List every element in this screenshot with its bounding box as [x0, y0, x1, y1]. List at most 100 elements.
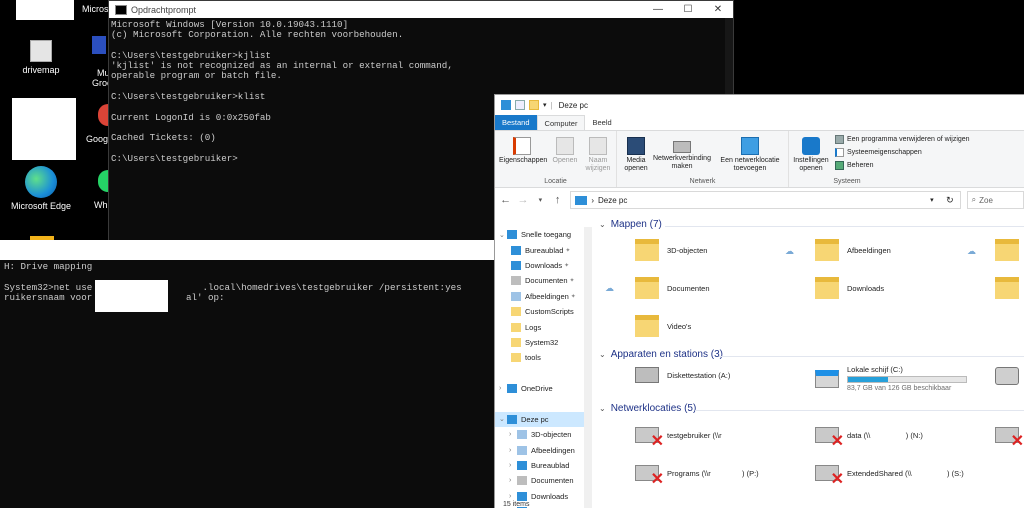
drive-floppy[interactable]: Diskettestation (A:)	[635, 367, 730, 383]
chevron-icon[interactable]: ›	[509, 447, 517, 454]
chevron-down-icon[interactable]: ⌄	[599, 220, 606, 229]
drive-free-space: 83,7 GB van 126 GB beschikbaar	[847, 385, 952, 392]
nav-item[interactable]: Logs	[495, 319, 591, 334]
chevron-icon[interactable]: ›	[509, 493, 517, 500]
new-folder-quick-icon[interactable]	[529, 100, 539, 110]
nav-item[interactable]: ⌄ Deze pc	[495, 411, 591, 428]
explorer-titlebar[interactable]: ▾ | Deze pc	[495, 95, 1024, 115]
pin-icon[interactable]: ✦	[564, 262, 569, 269]
network-drive-n[interactable]: ✕ data (\\ ) (N:)	[815, 427, 923, 450]
folder-3d-objects[interactable]: 3D-objecten	[635, 239, 707, 261]
explorer-window[interactable]: ▾ | Deze pc Bestand Computer Beeld Eigen…	[494, 94, 1024, 508]
nav-scrollbar[interactable]	[584, 227, 592, 508]
network-location[interactable]: ✕ testgebruiker (\\r	[635, 427, 722, 450]
edge-icon	[25, 166, 57, 198]
folder-documents[interactable]: Documenten	[635, 277, 710, 299]
network-drive-p[interactable]: ✕ Programs (\\r ) (P:)	[635, 465, 759, 488]
nav-item-label: System32	[525, 337, 559, 347]
nav-item[interactable]: System32	[495, 335, 591, 350]
manage-button[interactable]: Beheren	[835, 161, 873, 170]
chevron-down-icon[interactable]: ▾	[534, 196, 547, 204]
maximize-icon[interactable]: ☐	[673, 4, 703, 15]
properties-button[interactable]: Eigenschappen	[499, 133, 547, 165]
address-bar[interactable]: › Deze pc ▾ ↻	[570, 191, 961, 209]
open-settings-button[interactable]: Instellingen openen	[791, 133, 831, 173]
system-properties-button[interactable]: Systeemeigenschappen	[835, 148, 922, 157]
properties-quick-icon[interactable]	[515, 100, 525, 110]
desktop-icon-edge[interactable]: Microsoft Edge	[6, 166, 76, 211]
nav-item[interactable]: Bureaublad ✦	[495, 242, 591, 257]
tab-computer[interactable]: Computer	[536, 115, 586, 130]
folder-pictures[interactable]: Afbeeldingen	[815, 239, 891, 261]
tab-file[interactable]: Bestand	[495, 115, 537, 130]
nav-item[interactable]: › OneDrive	[495, 381, 591, 396]
forward-arrow-icon[interactable]: →	[516, 194, 529, 206]
folder-music-partial[interactable]	[995, 277, 1024, 299]
console-window-2[interactable]: H: Drive mapping System32>net use H: .lo…	[0, 240, 500, 508]
chevron-down-icon[interactable]: ▾	[543, 101, 547, 109]
add-location-label: Een netwerklocatie toevoegen	[720, 157, 780, 172]
cmd-titlebar[interactable]: Opdrachtprompt — ☐ ✕	[109, 1, 733, 18]
open-button[interactable]: Openen	[551, 133, 579, 165]
ribbon-group-location: Eigenschappen Openen Naam wijzigen Locat…	[495, 131, 617, 187]
address-path[interactable]: Deze pc	[598, 196, 627, 205]
sys-props-label: Systeemeigenschappen	[847, 149, 922, 156]
nav-item[interactable]: › 3D-objecten	[495, 427, 591, 442]
network-drive-partial[interactable]: ✕	[995, 427, 1024, 450]
add-network-location-button[interactable]: Een netwerklocatie toevoegen	[715, 133, 785, 173]
search-input[interactable]: ⌕ Zoe	[966, 191, 1024, 209]
pin-icon[interactable]: ✦	[565, 247, 570, 254]
drive-dvd-partial[interactable]	[995, 367, 1024, 385]
back-arrow-icon[interactable]: ←	[499, 194, 512, 206]
pin-icon[interactable]: ✦	[571, 293, 576, 300]
nav-item	[495, 396, 591, 411]
chevron-icon[interactable]: ›	[509, 477, 517, 484]
nav-item[interactable]: › Documenten	[495, 473, 591, 488]
computer-manage-icon	[835, 161, 844, 170]
nav-item-icon	[511, 260, 521, 270]
refresh-icon[interactable]: ↻	[946, 195, 954, 206]
chevron-down-icon[interactable]: ⌄	[599, 350, 606, 359]
section-network[interactable]: ⌄ Netwerklocaties (5)	[599, 403, 696, 414]
folder-partial[interactable]	[995, 239, 1024, 261]
media-button[interactable]: Media openen	[621, 133, 651, 173]
script-file-icon	[30, 40, 52, 62]
desktop-icon-drivemap[interactable]: drivemap	[6, 40, 76, 75]
rename-button[interactable]: Naam wijzigen	[583, 133, 613, 173]
ribbon-group-network: Media openen Netwerkverbinding maken Een…	[617, 131, 789, 187]
close-icon[interactable]: ✕	[703, 4, 733, 15]
address-row: ← → ▾ ↑ › Deze pc ▾ ↻ ⌕ Zoe	[495, 188, 1024, 212]
navigation-pane[interactable]: ⌄ Snelle toegang Bureaublad ✦ Downloads ✦ Docu…	[495, 227, 592, 508]
chevron-icon[interactable]: ›	[509, 431, 517, 438]
chevron-icon[interactable]: ⌄	[499, 231, 507, 239]
nav-item[interactable]: CustomScripts	[495, 304, 591, 319]
nav-item[interactable]: › Bureaublad	[495, 458, 591, 473]
nav-item[interactable]: tools	[495, 350, 591, 365]
nav-item[interactable]: Documenten ✦	[495, 273, 591, 288]
map-network-drive-button[interactable]: Netwerkverbinding maken	[653, 133, 711, 171]
chevron-down-icon[interactable]: ⌄	[599, 404, 606, 413]
minimize-icon[interactable]: —	[643, 4, 673, 15]
nav-item[interactable]: › Afbeeldingen	[495, 442, 591, 457]
nav-item[interactable]: ⌄ Snelle toegang	[495, 227, 591, 242]
console-output[interactable]: H: Drive mapping System32>net use H: .lo…	[0, 260, 500, 305]
network-drive-s[interactable]: ✕ ExtendedShared (\\ ) (S:)	[815, 465, 964, 488]
chevron-icon[interactable]: ⌄	[499, 415, 507, 423]
tab-view[interactable]: Beeld	[585, 115, 618, 130]
chevron-down-icon[interactable]: ▾	[930, 196, 934, 204]
folder-videos[interactable]: Video's	[635, 315, 691, 337]
pin-icon[interactable]: ✦	[570, 277, 575, 284]
nav-item[interactable]: Downloads ✦	[495, 258, 591, 273]
chevron-icon[interactable]: ›	[509, 462, 517, 469]
folder-downloads[interactable]: Downloads	[815, 277, 884, 299]
section-folders[interactable]: ⌄ Mappen (7)	[599, 219, 662, 230]
uninstall-button[interactable]: Een programma verwijderen of wijzigen	[835, 135, 970, 144]
section-devices[interactable]: ⌄ Apparaten en stations (3)	[599, 349, 723, 360]
nav-item-label: Bureaublad	[525, 245, 564, 255]
up-arrow-icon[interactable]: ↑	[551, 194, 564, 206]
console-titlebar[interactable]	[0, 240, 500, 260]
drive-local-c[interactable]: Lokale schijf (C:) 83,7 GB van 126 GB be…	[815, 365, 967, 392]
nav-item[interactable]: Afbeeldingen ✦	[495, 289, 591, 304]
chevron-icon[interactable]: ›	[499, 385, 507, 392]
content-pane[interactable]: ⌄ Mappen (7) 3D-objecten Afbeeldingen ☁ …	[595, 219, 1024, 508]
